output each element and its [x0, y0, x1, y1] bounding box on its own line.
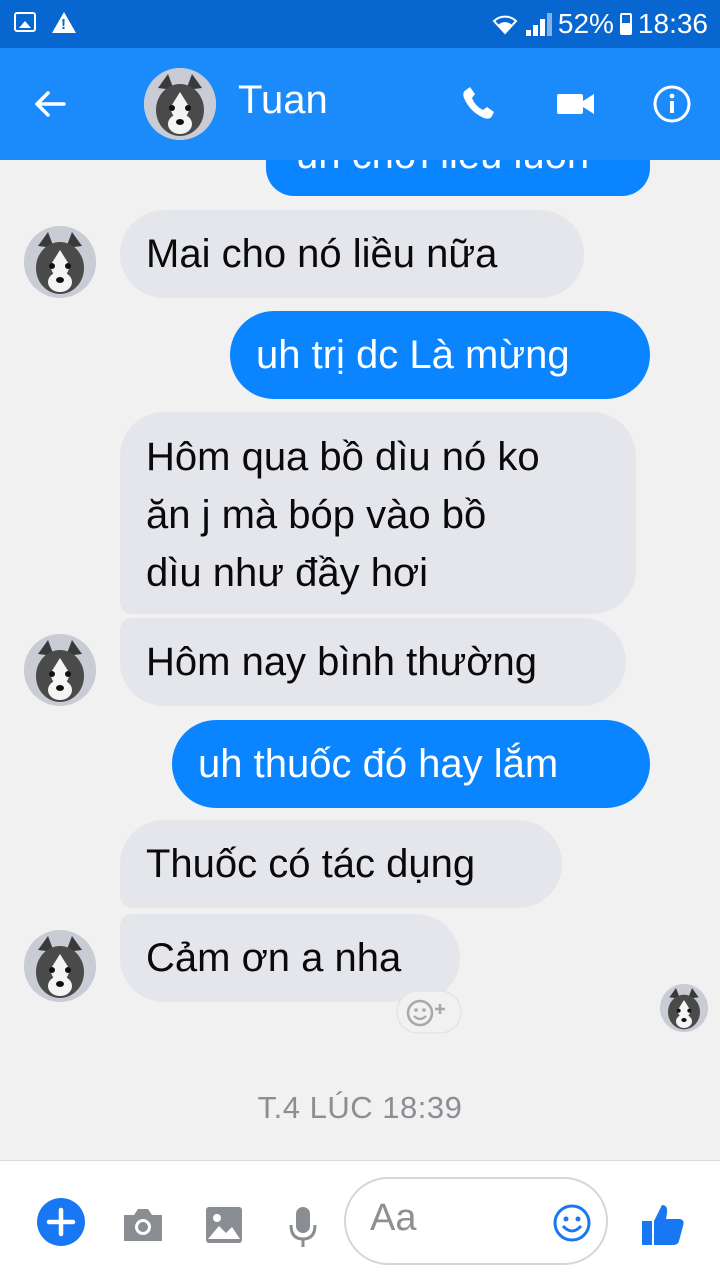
message-incoming-multiline[interactable]: Hôm qua bồ dìu nó ko ăn j mà bóp vào bồ …: [120, 412, 636, 614]
read-receipt-avatar: [660, 984, 708, 1032]
composer-bar: Aa: [0, 1160, 720, 1281]
signal-icon: [524, 12, 552, 36]
message-outgoing-partial[interactable]: uh chơi liều luôn: [266, 160, 650, 196]
message-timestamp: T.4 LÚC 18:39: [257, 1090, 463, 1125]
camera-icon[interactable]: [120, 1205, 166, 1245]
wifi-icon: [492, 15, 518, 35]
message-input[interactable]: Aa: [344, 1177, 608, 1265]
message-incoming[interactable]: Mai cho nó liều nữa: [120, 210, 584, 298]
phone-icon[interactable]: [458, 84, 502, 124]
message-outgoing[interactable]: uh thuốc đó hay lắm: [172, 720, 650, 808]
battery-percentage: 52%: [557, 8, 614, 39]
contact-name[interactable]: Tuan: [238, 78, 328, 123]
image-notification-icon: [14, 12, 36, 32]
message-incoming[interactable]: Thuốc có tác dụng: [120, 820, 562, 908]
add-reaction-icon[interactable]: [396, 990, 462, 1034]
video-camera-icon[interactable]: [554, 84, 598, 124]
emoji-icon[interactable]: [552, 1203, 592, 1243]
message-list[interactable]: uh chơi liều luôn Mai cho nó liều nữa uh…: [0, 160, 720, 1160]
microphone-icon[interactable]: [288, 1205, 318, 1249]
warning-notification-icon: !: [52, 12, 76, 33]
contact-avatar-small[interactable]: [24, 226, 96, 298]
status-time: 18:36: [637, 8, 708, 39]
contact-avatar-small[interactable]: [24, 930, 96, 1002]
contact-avatar[interactable]: [144, 68, 216, 140]
conversation-header: Tuan: [0, 48, 720, 160]
message-incoming[interactable]: Hôm nay bình thường: [120, 618, 626, 706]
add-icon[interactable]: [36, 1197, 86, 1247]
message-input-placeholder: Aa: [370, 1197, 417, 1239]
battery-icon: [619, 13, 632, 35]
gallery-icon[interactable]: [204, 1205, 244, 1245]
thumbs-up-icon[interactable]: [640, 1201, 686, 1247]
status-bar: ! 52% 18:36: [0, 0, 720, 48]
contact-avatar-small[interactable]: [24, 634, 96, 706]
message-incoming[interactable]: Cảm ơn a nha: [120, 914, 460, 1002]
info-icon[interactable]: [650, 84, 694, 124]
back-arrow-icon[interactable]: [30, 84, 70, 124]
message-outgoing[interactable]: uh trị dc Là mừng: [230, 311, 650, 399]
